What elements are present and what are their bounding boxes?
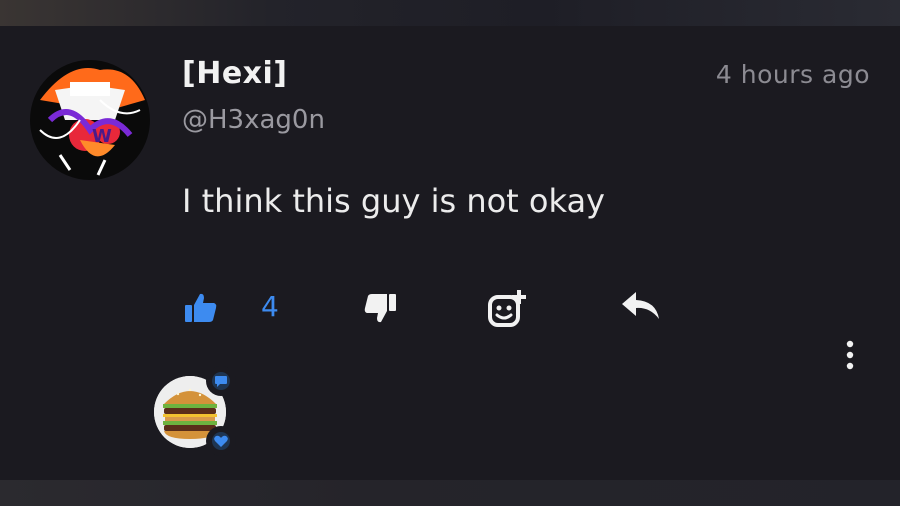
author-display-name[interactable]: [Hexi] (182, 56, 288, 91)
dislike-button[interactable] (362, 290, 398, 326)
author-handle[interactable]: @H3xag0n (182, 105, 325, 135)
reply-arrow-icon (622, 292, 659, 319)
comment-card: W [Hexi] @H3xag0n 4 hours ago I think th… (0, 26, 900, 480)
heart-icon (212, 432, 230, 450)
like-badge (206, 426, 236, 456)
reply-button[interactable] (620, 290, 662, 322)
bottom-strip (0, 480, 900, 506)
chat-bubble-icon (212, 372, 230, 390)
reply-badge (206, 366, 236, 396)
svg-text:W: W (92, 126, 112, 147)
comment-body: I think this guy is not okay (182, 182, 605, 220)
like-button[interactable] (183, 290, 219, 326)
more-options-button[interactable] (840, 339, 860, 371)
more-vertical-icon (846, 340, 854, 370)
add-emoji-icon (488, 290, 526, 327)
comment-timestamp: 4 hours ago (715, 60, 870, 89)
top-strip (0, 0, 900, 26)
like-count: 4 (261, 290, 279, 323)
author-avatar[interactable]: W (30, 60, 150, 180)
thumbs-up-icon (185, 293, 217, 322)
thumbs-down-icon (364, 294, 396, 323)
add-reaction-button[interactable] (487, 288, 531, 328)
